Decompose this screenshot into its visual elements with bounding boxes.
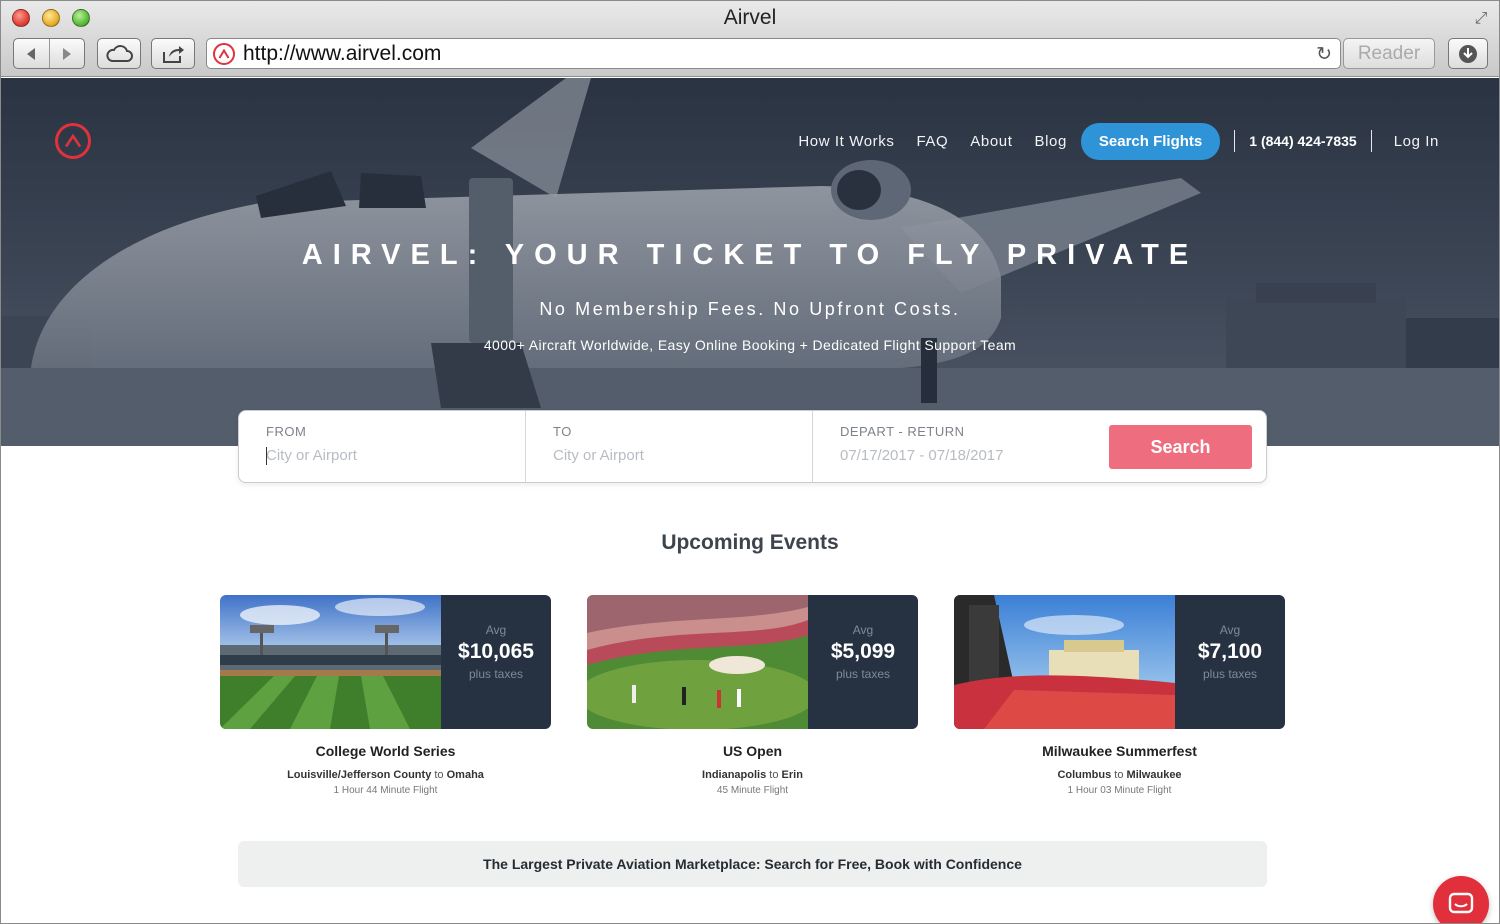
event-card-tile[interactable]: Avg $7,100 plus taxes [954, 595, 1285, 729]
nav-divider [1370, 130, 1372, 152]
flight-search-form: FROM TO DEPART - RETURN 07/17/2017 - 07/… [238, 410, 1267, 483]
event-price-panel: Avg $5,099 plus taxes [808, 595, 918, 729]
event-name[interactable]: US Open [587, 743, 918, 759]
url-text[interactable]: http://www.airvel.com [243, 42, 441, 66]
route-origin: Louisville/Jefferson County [287, 769, 432, 781]
hero-title: AIRVEL: YOUR TICKET TO FLY PRIVATE [301, 239, 1199, 271]
event-name[interactable]: College World Series [220, 743, 551, 759]
browser-toolbar: Airvel ⤢ http://www.airvel.com ↻ Reader [1, 1, 1499, 77]
from-label: FROM [266, 424, 307, 439]
route-destination: Omaha [446, 769, 484, 781]
event-route: Indianapolis to Erin [587, 769, 918, 781]
route-origin: Columbus [1057, 769, 1112, 781]
forward-icon [62, 47, 71, 60]
avg-label: Avg [1219, 623, 1241, 637]
concert-crowd-image [954, 595, 1175, 729]
nav-how-it-works[interactable]: How It Works [798, 133, 894, 150]
to-field[interactable]: TO [526, 411, 813, 482]
route-destination: Milwaukee [1126, 769, 1182, 781]
nav-about[interactable]: About [970, 133, 1012, 150]
forward-button[interactable] [48, 39, 85, 68]
share-button[interactable] [151, 38, 195, 69]
from-input[interactable] [266, 447, 496, 464]
event-name[interactable]: Milwaukee Summerfest [954, 743, 1285, 759]
event-route: Louisville/Jefferson County to Omaha [220, 769, 551, 781]
main-navigation: How It Works FAQ About Blog Search Fligh… [776, 122, 1439, 160]
golf-course-image [587, 595, 808, 729]
reader-button[interactable]: Reader [1343, 38, 1435, 69]
nav-faq[interactable]: FAQ [916, 133, 948, 150]
route-destination: Erin [781, 769, 803, 781]
hero-tagline: 4000+ Aircraft Worldwide, Easy Online Bo… [483, 337, 1017, 353]
plus-taxes-label: plus taxes [835, 667, 891, 681]
back-button[interactable] [14, 39, 49, 68]
reload-icon[interactable]: ↻ [1316, 43, 1332, 66]
browser-window: Airvel ⤢ http://www.airvel.com ↻ Reader [0, 0, 1500, 924]
hero-section: How It Works FAQ About Blog Search Fligh… [1, 78, 1499, 446]
event-card-tile[interactable]: Avg $10,065 plus taxes [220, 595, 551, 729]
airvel-logo-icon [218, 48, 230, 59]
text-cursor [266, 447, 267, 465]
login-link[interactable]: Log In [1394, 133, 1439, 150]
nav-divider [1234, 130, 1236, 152]
share-icon [163, 45, 184, 63]
upcoming-events-title: Upcoming Events [661, 531, 839, 554]
address-bar[interactable]: http://www.airvel.com ↻ [206, 38, 1341, 69]
history-nav [13, 38, 85, 69]
nav-blog[interactable]: Blog [1034, 133, 1066, 150]
to-input[interactable] [553, 447, 783, 464]
airvel-logo[interactable] [55, 123, 91, 159]
avg-label: Avg [485, 623, 507, 637]
download-icon [1459, 44, 1477, 63]
route-connector: to [769, 769, 779, 781]
from-field[interactable]: FROM [239, 411, 526, 482]
event-card-tile[interactable]: Avg $5,099 plus taxes [587, 595, 918, 729]
airvel-logo-icon [64, 134, 82, 148]
to-label: TO [553, 424, 572, 439]
event-flight-duration: 45 Minute Flight [716, 785, 789, 796]
event-route: Columbus to Milwaukee [954, 769, 1285, 781]
phone-number-link[interactable]: 1 (844) 424-7835 [1249, 133, 1356, 149]
chat-icon [1448, 892, 1474, 914]
icloud-tabs-button[interactable] [97, 38, 141, 69]
fullscreen-icon[interactable]: ⤢ [1471, 9, 1491, 29]
stadium-image [220, 595, 441, 729]
search-flights-button[interactable]: Search Flights [1080, 122, 1221, 160]
event-card-college-world-series[interactable]: Avg $10,065 plus taxes College World Ser… [220, 595, 551, 796]
dates-input[interactable]: 07/17/2017 - 07/18/2017 [840, 447, 1103, 464]
event-price-panel: Avg $10,065 plus taxes [441, 595, 551, 729]
route-connector: to [1114, 769, 1124, 781]
route-origin: Indianapolis [702, 769, 767, 781]
event-card-us-open[interactable]: Avg $5,099 plus taxes US Open Indianapol… [587, 595, 918, 796]
downloads-button[interactable] [1448, 38, 1488, 69]
route-connector: to [434, 769, 444, 781]
hero-subtitle: No Membership Fees. No Upfront Costs. [539, 299, 961, 319]
plus-taxes-label: plus taxes [468, 667, 524, 681]
plus-taxes-label: plus taxes [1202, 667, 1258, 681]
avg-label: Avg [852, 623, 874, 637]
event-card-milwaukee-summerfest[interactable]: Avg $7,100 plus taxes Milwaukee Summerfe… [954, 595, 1285, 796]
cloud-icon [106, 44, 133, 62]
search-button[interactable]: Search [1109, 425, 1252, 469]
event-price: $7,100 [1197, 640, 1263, 663]
event-price: $10,065 [458, 640, 534, 663]
chat-launcher-button[interactable] [1433, 876, 1489, 923]
site-favicon [213, 42, 235, 65]
event-price: $5,099 [830, 640, 896, 663]
marketplace-banner: The Largest Private Aviation Marketplace… [238, 841, 1267, 887]
window-title: Airvel [723, 6, 777, 29]
event-flight-duration: 1 Hour 44 Minute Flight [333, 785, 438, 796]
back-icon [27, 47, 36, 60]
event-price-panel: Avg $7,100 plus taxes [1175, 595, 1285, 729]
dates-label: DEPART - RETURN [840, 424, 965, 439]
dates-field[interactable]: DEPART - RETURN 07/17/2017 - 07/18/2017 [813, 411, 1103, 482]
event-flight-duration: 1 Hour 03 Minute Flight [1067, 785, 1172, 796]
